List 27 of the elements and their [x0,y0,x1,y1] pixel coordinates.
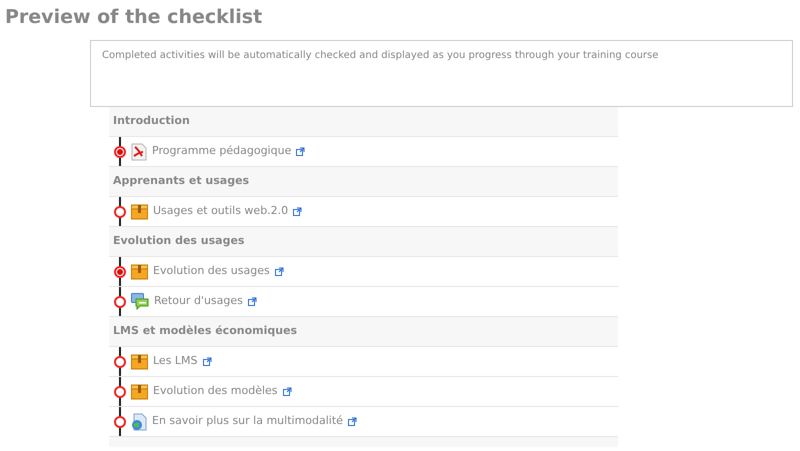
section-header: LMS et modèles économiques [109,317,618,347]
activity-link[interactable]: Les LMS [153,353,198,370]
section-header: Apprenants et usages [109,167,618,197]
page-title: Preview of the checklist [4,5,264,30]
activity-link[interactable]: Usages et outils web.2.0 [153,203,288,220]
activity-link[interactable]: Programme pédagogique [152,143,292,160]
web-page-icon [131,412,147,430]
external-link-icon [293,207,302,216]
package-icon [131,384,148,400]
activity-link[interactable]: Retour d'usages [154,293,243,310]
package-icon [131,354,148,370]
section-header: Introduction [109,107,618,137]
external-link-icon [282,387,292,396]
external-link-icon [202,357,212,366]
package-icon [131,264,148,280]
notice-box: Completed activities will be automatically checked and displayed as you progress through your training course [90,40,793,107]
section-header: Evolution des usages [109,227,618,257]
activity-link[interactable]: Evolution des modèles [153,383,278,400]
activity-link[interactable]: Evolution des usages [153,263,270,280]
external-link-icon [248,297,257,306]
activity-link[interactable]: En savoir plus sur la multimodalité [152,413,343,430]
external-link-icon [348,417,357,426]
external-link-icon [296,147,306,156]
external-link-icon [274,267,284,276]
chat-bubbles-icon [131,293,149,310]
package-icon [131,204,148,220]
pdf-file-icon [131,142,147,160]
